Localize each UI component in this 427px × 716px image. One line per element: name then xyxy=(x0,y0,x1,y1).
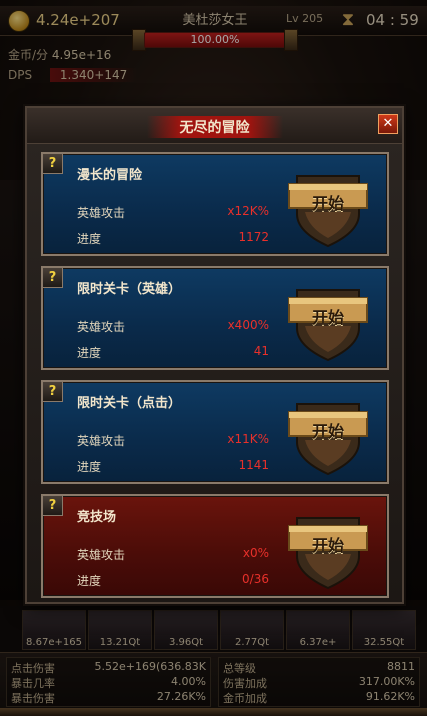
start-button-label: 开始 xyxy=(311,308,344,327)
hero-attack-label: 英雄攻击 xyxy=(77,548,126,562)
mode-card-timed-hero: ? 限时关卡（英雄） 英雄攻击 x400% 进度 41 开始 xyxy=(41,266,389,370)
mode-card-timed-click: ? 限时关卡（点击） 英雄攻击 x11K% 进度 1141 开始 xyxy=(41,380,389,484)
progress-value: 1172 xyxy=(238,230,269,244)
start-button[interactable]: 开始 xyxy=(287,390,369,476)
card-title: 限时关卡（英雄） xyxy=(77,282,182,297)
start-button[interactable]: 开始 xyxy=(287,162,369,248)
close-button[interactable]: ✕ xyxy=(378,114,398,134)
hero-attack-value: x0% xyxy=(242,546,269,560)
start-button[interactable]: 开始 xyxy=(287,276,369,362)
help-icon[interactable]: ? xyxy=(43,496,63,516)
card-title: 限时关卡（点击） xyxy=(77,396,182,411)
start-button-label: 开始 xyxy=(311,422,344,441)
endless-adventure-dialog: 无尽的冒险 ✕ ? 漫长的冒险 英雄攻击 x12K% 进度 1172 开始 ? … xyxy=(25,106,404,604)
help-icon[interactable]: ? xyxy=(43,154,63,174)
mode-card-long-adventure: ? 漫长的冒险 英雄攻击 x12K% 进度 1172 开始 xyxy=(41,152,389,256)
hero-attack-value: x400% xyxy=(227,318,269,332)
help-icon[interactable]: ? xyxy=(43,268,63,288)
start-button[interactable]: 开始 xyxy=(287,504,369,590)
progress-label: 进度 xyxy=(77,460,102,474)
mode-card-arena: ? 竞技场 英雄攻击 x0% 进度 0/36 开始 xyxy=(41,494,389,598)
help-icon[interactable]: ? xyxy=(43,382,63,402)
card-title: 漫长的冒险 xyxy=(77,168,143,183)
start-button-label: 开始 xyxy=(311,194,344,213)
hero-attack-value: x12K% xyxy=(227,204,269,218)
hero-attack-label: 英雄攻击 xyxy=(77,320,126,334)
progress-label: 进度 xyxy=(77,232,102,246)
progress-value: 1141 xyxy=(238,458,269,472)
start-button-label: 开始 xyxy=(311,536,344,555)
progress-label: 进度 xyxy=(77,574,102,588)
dialog-header: 无尽的冒险 ✕ xyxy=(27,108,402,144)
progress-value: 0/36 xyxy=(242,572,269,586)
hero-attack-label: 英雄攻击 xyxy=(77,434,126,448)
hero-attack-value: x11K% xyxy=(227,432,269,446)
progress-value: 41 xyxy=(253,344,269,358)
hero-attack-label: 英雄攻击 xyxy=(77,206,126,220)
progress-label: 进度 xyxy=(77,346,102,360)
dialog-title: 无尽的冒险 xyxy=(179,120,250,136)
card-title: 竞技场 xyxy=(77,510,117,525)
